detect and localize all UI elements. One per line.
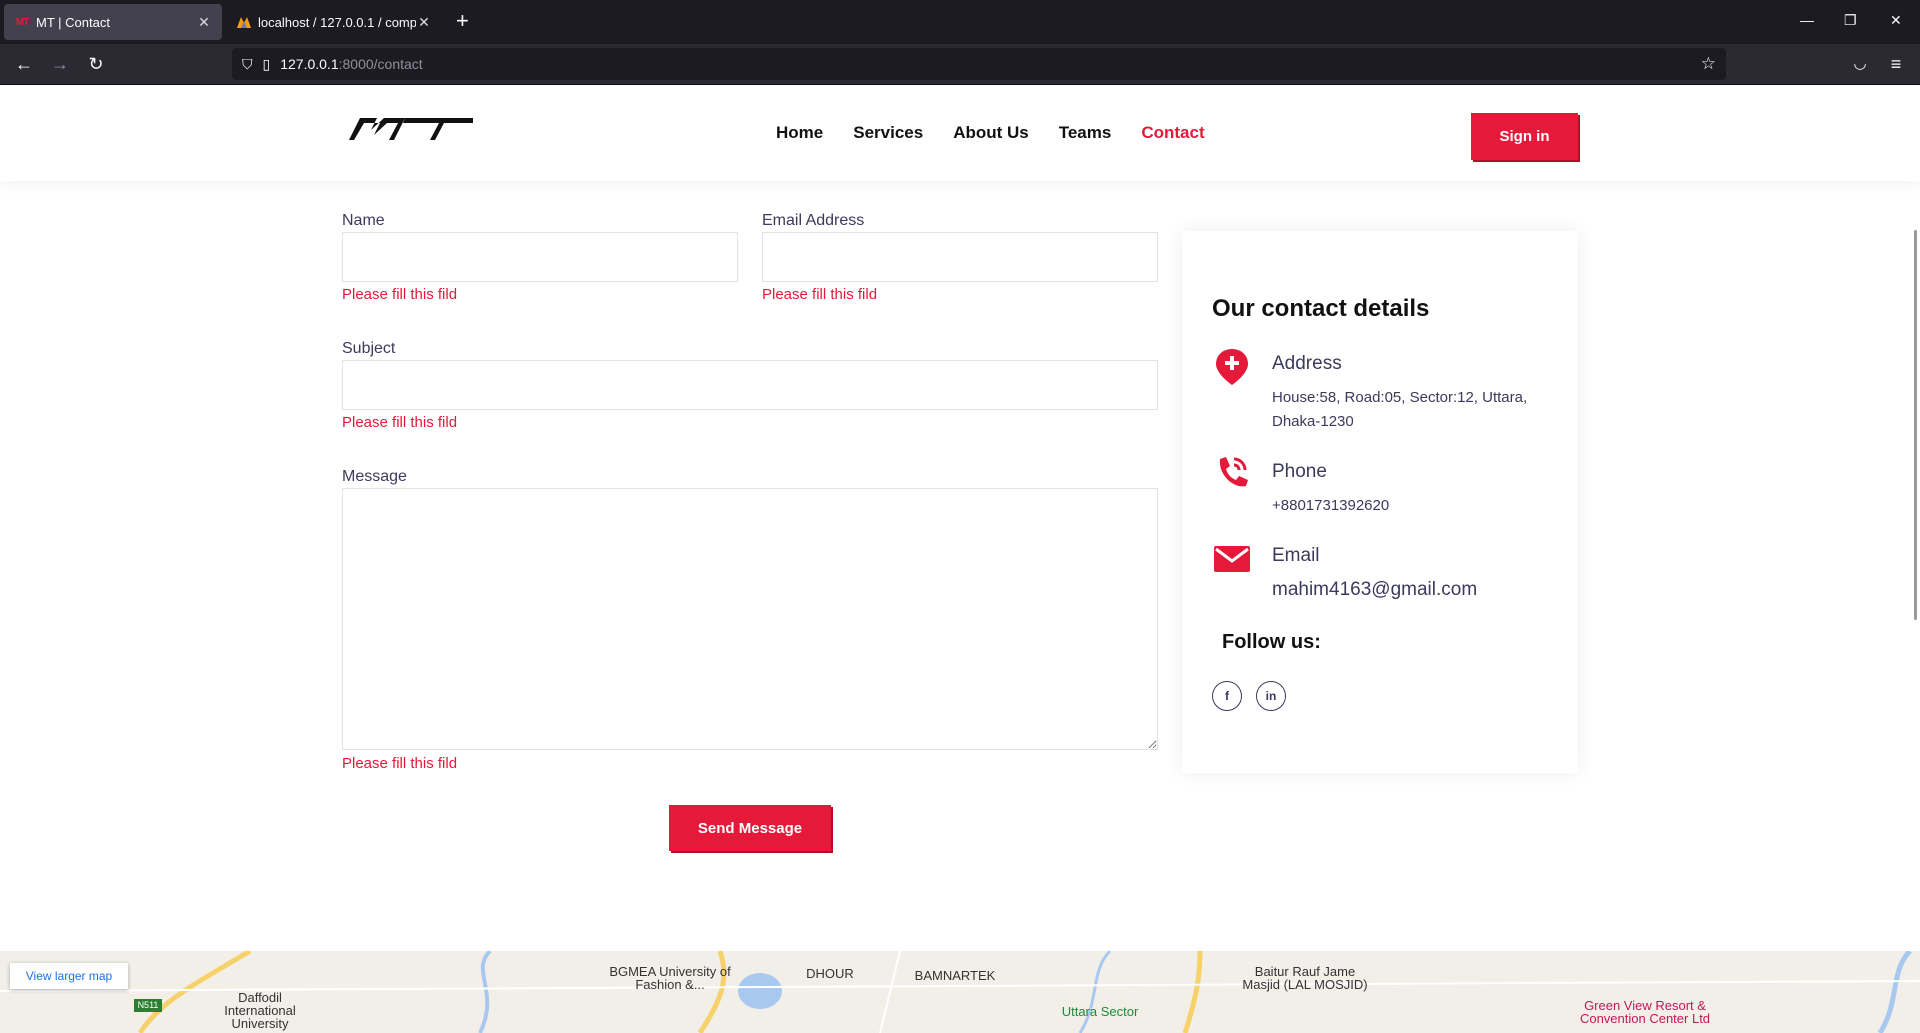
- close-tab-icon[interactable]: ✕: [416, 14, 432, 31]
- send-message-button[interactable]: Send Message: [669, 805, 831, 851]
- mt-favicon-icon: MT: [15, 16, 29, 28]
- tab-title: localhost / 127.0.0.1 / company: [258, 14, 416, 30]
- phone-icon: [1219, 457, 1248, 487]
- subject-field[interactable]: [342, 360, 1158, 410]
- url-host: 127.0.0.1: [280, 56, 339, 72]
- minimize-icon[interactable]: —: [1800, 12, 1814, 28]
- nav-about-us[interactable]: About Us: [953, 123, 1029, 143]
- map-label: Green View Resort & Convention Center Lt…: [1579, 998, 1711, 1026]
- page-content: Home Services About Us Teams Contact Sig…: [0, 85, 1920, 1033]
- close-tab-icon[interactable]: ✕: [196, 14, 212, 31]
- url-path: :8000/contact: [338, 56, 423, 72]
- address-title: Address: [1272, 353, 1342, 374]
- linkedin-icon[interactable]: in: [1256, 681, 1286, 711]
- email-field[interactable]: [762, 232, 1158, 282]
- subject-error: Please fill this fild: [342, 414, 458, 431]
- map-label: Daffodil International University: [224, 990, 296, 1031]
- sign-in-button[interactable]: Sign in: [1471, 113, 1578, 160]
- map-label: Uttara Sector: [1061, 1004, 1139, 1019]
- name-label: Name: [342, 212, 385, 229]
- nav-services[interactable]: Services: [853, 123, 923, 143]
- site-header: Home Services About Us Teams Contact Sig…: [0, 85, 1920, 181]
- contact-details-card: Our contact details Address House:58, Ro…: [1182, 231, 1578, 773]
- browser-nav-bar: ← → ↻ ⛉ ▯ 127.0.0.1:8000/contact ☆ ◡ ≡: [0, 44, 1920, 85]
- message-error: Please fill this fild: [342, 755, 458, 772]
- map-label: BGMEA University of Fashion &...: [609, 964, 731, 992]
- new-tab-icon[interactable]: +: [456, 10, 469, 32]
- browser-tab-bar: MT MT | Contact ✕ localhost / 127.0.0.1 …: [0, 0, 1920, 44]
- restore-icon[interactable]: ❐: [1844, 12, 1857, 29]
- mt-logo[interactable]: [347, 115, 473, 141]
- name-error: Please fill this fild: [342, 286, 458, 303]
- envelope-icon: [1214, 546, 1250, 572]
- pocket-icon[interactable]: ◡: [1848, 54, 1872, 74]
- url-bar[interactable]: ⛉ ▯ 127.0.0.1:8000/contact ☆: [232, 48, 1726, 80]
- message-label: Message: [342, 468, 407, 485]
- email-error: Please fill this fild: [762, 286, 878, 303]
- embedded-map[interactable]: View larger map Daffodil International U…: [0, 951, 1920, 1033]
- reload-icon[interactable]: ↻: [84, 54, 108, 74]
- menu-icon[interactable]: ≡: [1884, 54, 1908, 74]
- tab-phpmyadmin[interactable]: localhost / 127.0.0.1 / company ✕: [226, 4, 442, 40]
- shield-icon[interactable]: ⛉: [242, 56, 253, 73]
- email-text[interactable]: mahim4163@gmail.com: [1272, 578, 1562, 602]
- email-title: Email: [1272, 545, 1320, 566]
- tab-title: MT | Contact: [36, 14, 110, 30]
- tab-mt-contact[interactable]: MT MT | Contact ✕: [4, 4, 222, 40]
- map-label: DHOUR: [806, 966, 854, 981]
- message-field[interactable]: [342, 488, 1158, 750]
- address-text: House:58, Road:05, Sector:12, Uttara, Dh…: [1272, 389, 1528, 430]
- forward-icon[interactable]: →: [48, 54, 72, 74]
- map-label: Baitur Rauf Jame Masjid (LAL MOSJID): [1242, 964, 1368, 992]
- name-field[interactable]: [342, 232, 738, 282]
- subject-label: Subject: [342, 340, 396, 357]
- contact-heading: Our contact details: [1212, 295, 1430, 322]
- facebook-icon[interactable]: f: [1212, 681, 1242, 711]
- nav-teams[interactable]: Teams: [1059, 123, 1112, 143]
- phpmyadmin-favicon-icon: [236, 14, 252, 30]
- road-badge: N511: [134, 999, 162, 1012]
- page-scrollbar[interactable]: [1914, 230, 1917, 620]
- bookmark-star-icon[interactable]: ☆: [1701, 54, 1716, 74]
- main-nav: Home Services About Us Teams Contact: [776, 123, 1235, 143]
- location-pin-icon: [1216, 349, 1248, 385]
- nav-contact[interactable]: Contact: [1141, 123, 1204, 143]
- follow-us-title: Follow us:: [1222, 631, 1321, 653]
- page-icon: ▯: [262, 55, 271, 72]
- view-larger-map-link[interactable]: View larger map: [10, 963, 128, 989]
- phone-text: +8801731392620: [1272, 497, 1390, 514]
- back-icon[interactable]: ←: [12, 54, 36, 74]
- close-window-icon[interactable]: ✕: [1890, 12, 1902, 29]
- nav-home[interactable]: Home: [776, 123, 823, 143]
- phone-title: Phone: [1272, 461, 1327, 482]
- map-label: BAMNARTEK: [914, 968, 996, 983]
- email-label: Email Address: [762, 212, 865, 229]
